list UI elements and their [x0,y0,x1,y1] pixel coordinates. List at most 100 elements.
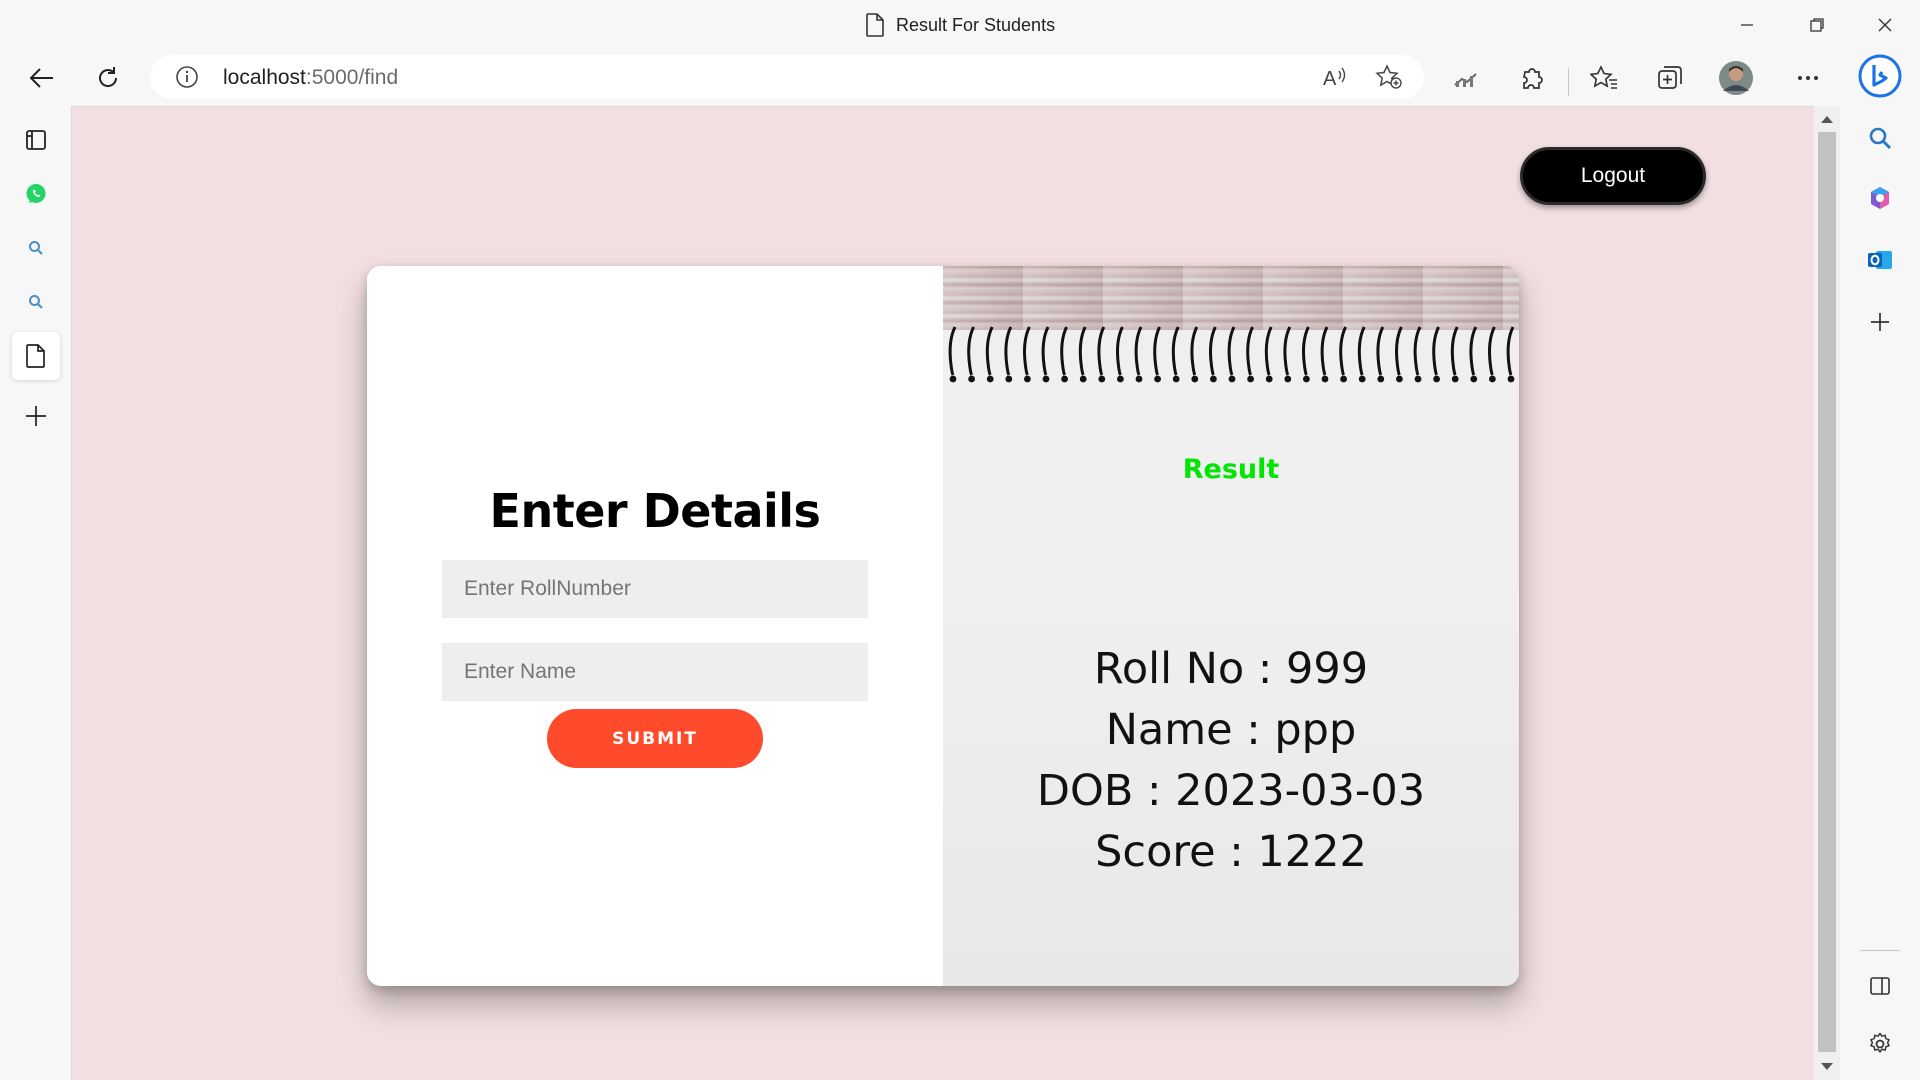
close-button[interactable] [1850,0,1920,50]
avatar [1719,61,1753,95]
spiral-coil [1469,326,1478,376]
tab-actions-button[interactable] [12,116,60,164]
address-bar[interactable]: localhost:5000/find A [150,55,1424,99]
window-title-text: Result For Students [896,14,1056,35]
spiral-binding [948,326,1515,383]
spiral-coil [1227,326,1236,376]
favorites-button[interactable] [1582,56,1626,100]
minimize-button[interactable] [1712,0,1782,50]
title-bar: Result For Students [0,0,1920,50]
search-icon [1869,127,1892,150]
spiral-hole [1377,375,1385,383]
name-input[interactable] [442,643,868,701]
form-heading: Enter Details [489,484,821,538]
url-host: localhost [223,66,306,89]
split-screen-button[interactable] [1856,962,1904,1010]
bing-copilot-button[interactable] [1856,52,1904,100]
read-aloud-icon[interactable]: A [1322,65,1348,89]
scrollbar-thumb[interactable] [1818,132,1836,1052]
info-icon[interactable] [175,65,199,89]
window-title: Result For Students [866,12,1055,38]
restore-button[interactable] [1782,0,1852,50]
collections-button[interactable] [1648,56,1692,100]
extensions-button[interactable] [1510,56,1554,100]
result-roll: Roll No : 999 [1093,644,1369,694]
spiral-hole [1489,375,1496,383]
minimize-icon [1741,24,1753,26]
outlook-button[interactable] [1856,236,1904,284]
result-name: Name : ppp [1105,705,1357,755]
spiral-hole [1470,375,1478,383]
new-tab-button[interactable] [12,392,60,440]
search-tab-2[interactable] [12,278,60,326]
add-icon [1871,313,1889,331]
more-options-button[interactable] [1786,56,1830,100]
search-icon [29,241,43,255]
back-arrow-icon [29,68,53,88]
spiral-hole [1172,375,1180,383]
spiral-coil [1283,326,1292,376]
sidebar-search-button[interactable] [1856,114,1904,162]
spiral-coil [1488,326,1496,376]
active-page-tab[interactable] [12,332,60,380]
performance-icon [1454,73,1477,87]
page-scrollbar[interactable] [1814,106,1840,1080]
spiral-hole [1414,375,1422,383]
spiral-coil [1506,326,1515,376]
outlook-icon [1868,251,1892,269]
spiral-coil [1339,326,1347,376]
performance-button[interactable] [1444,56,1488,100]
extensions-icon [1522,68,1543,89]
spiral-coil [1413,326,1422,376]
main-card: Enter Details SUBMIT Result Roll No : 99… [367,266,1519,986]
spiral-hole [1507,375,1515,383]
url-text[interactable]: localhost:5000/find [223,66,398,90]
spiral-hole [1024,375,1031,383]
copilot-button[interactable] [1856,174,1904,222]
spiral-hole [1396,375,1403,383]
sidebar-divider [1860,950,1900,951]
scroll-down-arrow[interactable] [1821,1063,1833,1070]
spiral-coil [1320,326,1329,376]
spiral-hole [1042,375,1050,383]
refresh-button[interactable] [86,56,130,100]
spiral-coil [1153,326,1161,376]
spiral-hole [1321,375,1329,383]
spiral-hole [1210,375,1217,383]
spiral-coil [1376,326,1385,376]
submit-button[interactable]: SUBMIT [547,709,763,768]
bing-icon [1858,54,1902,98]
page-icon [26,344,45,368]
spiral-coil [1134,326,1143,376]
sidebar-settings-button[interactable] [1856,1020,1904,1068]
favorite-add-icon[interactable] [1375,64,1403,90]
rollnumber-input[interactable] [442,560,868,618]
scroll-up-arrow[interactable] [1821,116,1833,123]
more-icon [1798,76,1818,80]
split-screen-icon [1870,977,1890,995]
logout-button[interactable]: Logout [1520,147,1706,205]
spiral-coil [967,326,975,376]
search-icon [29,295,43,309]
spiral-coil [1023,326,1031,376]
search-tab-1[interactable] [12,224,60,272]
spiral-coil [1004,326,1013,376]
whatsapp-icon [26,184,46,203]
spiral-hole [1005,375,1013,383]
spiral-coil [1190,326,1199,376]
back-button[interactable] [20,56,64,100]
spiral-hole [949,375,957,383]
page-viewport: Logout Enter Details SUBMIT Result Roll … [72,106,1814,1080]
spiral-coil [1357,326,1366,376]
spiral-hole [1191,375,1199,383]
spiral-hole [1079,375,1087,383]
add-sidebar-app-button[interactable] [1856,298,1904,346]
whatsapp-tab[interactable] [12,170,60,218]
spiral-hole [1154,375,1161,383]
spiral-hole [1135,375,1143,383]
spiral-hole [1117,375,1124,383]
spiral-coil [1060,326,1068,376]
right-sidebar [1840,50,1920,1080]
profile-button[interactable] [1714,56,1758,100]
spiral-coil [1209,326,1217,376]
